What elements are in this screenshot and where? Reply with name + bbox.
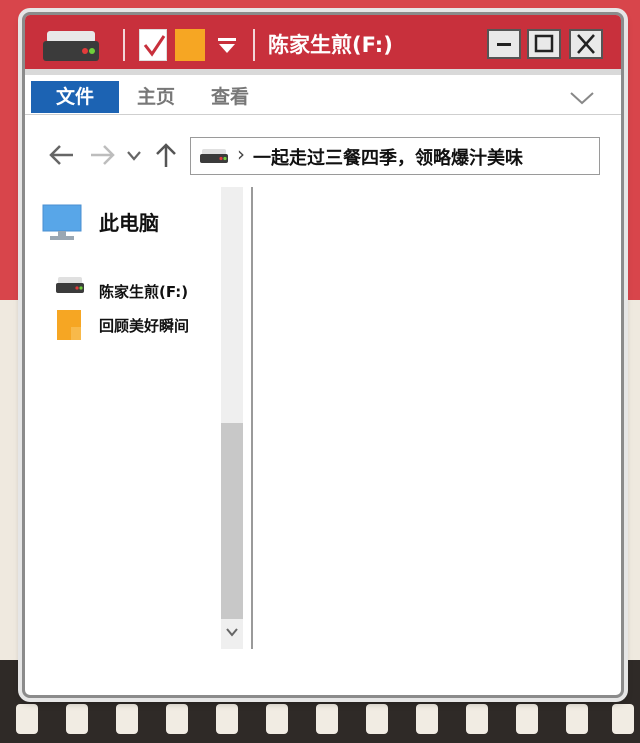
sidebar-item-label: 回顾美好瞬间 <box>99 317 190 335</box>
dropdown-arrow-icon[interactable] <box>217 37 237 55</box>
minimize-button[interactable] <box>487 29 521 59</box>
arrow-up-icon[interactable] <box>152 142 180 168</box>
chevron-down-icon[interactable] <box>225 627 239 637</box>
navigation-pane: 此电脑 陈家生煎(F:) 回顾美好瞬间 <box>25 185 247 655</box>
pane-divider[interactable] <box>251 187 253 649</box>
film-hole <box>316 704 338 734</box>
folder-icon[interactable] <box>175 29 205 61</box>
tab-home[interactable]: 主页 <box>137 81 175 113</box>
monitor-icon <box>42 204 82 240</box>
film-hole <box>16 704 38 734</box>
film-hole <box>566 704 588 734</box>
film-hole <box>216 704 238 734</box>
folder-icon <box>57 310 81 340</box>
film-hole <box>416 704 438 734</box>
close-button[interactable] <box>569 29 603 59</box>
film-hole <box>466 704 488 734</box>
film-hole <box>366 704 388 734</box>
breadcrumb-separator: › <box>237 142 245 166</box>
arrow-left-icon[interactable] <box>47 142 75 168</box>
title-separator <box>123 29 125 61</box>
tab-file[interactable]: 文件 <box>31 81 119 113</box>
chevron-down-icon[interactable] <box>125 142 143 168</box>
scrollbar-thumb[interactable] <box>221 423 243 619</box>
film-hole <box>612 704 634 734</box>
maximize-button[interactable] <box>527 29 561 59</box>
this-pc-label[interactable]: 此电脑 <box>99 207 159 236</box>
close-icon <box>577 34 595 54</box>
film-hole <box>66 704 88 734</box>
arrow-right-icon[interactable] <box>89 142 117 168</box>
sidebar-item-label: 陈家生煎(F:) <box>99 283 189 301</box>
sidebar-scrollbar[interactable] <box>221 187 243 649</box>
drive-icon <box>200 149 228 163</box>
navigation-bar: › 一起走过三餐四季，领略爆汁美味 <box>25 116 621 184</box>
film-hole <box>266 704 288 734</box>
tab-view[interactable]: 查看 <box>211 81 249 113</box>
title-separator <box>253 29 255 61</box>
explorer-window: 陈家生煎(F:) 文件 主页 查看 › 一起走过三餐四季，领略爆汁美味 此电脑 … <box>22 12 624 698</box>
ribbon-tabs: 文件 主页 查看 <box>25 75 621 115</box>
maximize-icon <box>534 34 554 53</box>
sidebar-item-folder[interactable]: 回顾美好瞬间 <box>55 309 225 341</box>
breadcrumb-path[interactable]: 一起走过三餐四季，领略爆汁美味 <box>253 144 523 170</box>
chevron-down-icon[interactable] <box>569 91 595 105</box>
film-hole <box>516 704 538 734</box>
checkbox-icon[interactable] <box>139 29 167 61</box>
file-list-area[interactable] <box>255 187 615 649</box>
drive-icon <box>43 31 99 61</box>
window-title: 陈家生煎(F:) <box>268 33 393 57</box>
address-bar[interactable]: › 一起走过三餐四季，领略爆汁美味 <box>190 137 600 175</box>
sidebar-item-drive[interactable]: 陈家生煎(F:) <box>55 275 225 307</box>
title-bar[interactable]: 陈家生煎(F:) <box>25 15 621 75</box>
drive-icon <box>56 277 84 293</box>
film-hole <box>166 704 188 734</box>
minimize-icon <box>497 43 511 46</box>
film-hole <box>116 704 138 734</box>
